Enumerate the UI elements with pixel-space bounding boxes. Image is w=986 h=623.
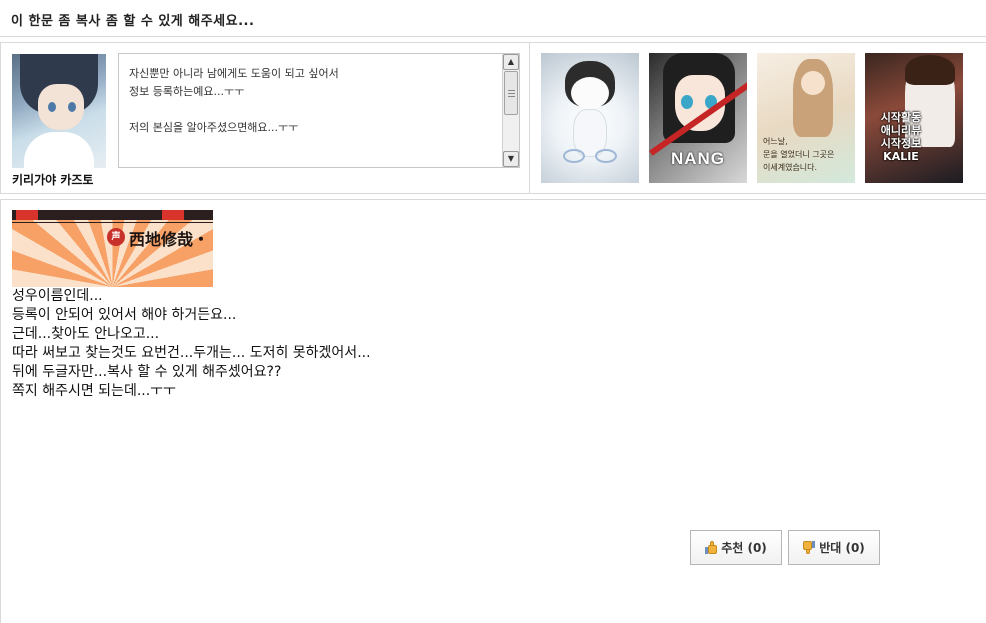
gallery-thumb-chibi[interactable] [541,53,639,183]
author-avatar[interactable] [12,54,106,168]
scrollbar-thumb[interactable] [504,71,518,115]
author-profile-panel: 키리가야 카즈토 자신뿐만 아니라 남에게도 도움이 되고 싶어서 정보 등록하… [0,42,986,194]
thumb-nang-label: NANG [670,149,726,168]
post-title: 이 한문 좀 복사 좀 할 수 있게 해주세요... [11,14,255,29]
thumb-kalie-caption: 시작활동 애니리뷰 시작정보 KALIE [880,111,922,163]
post-banner-image: 声 西地修哉・ [12,210,213,287]
gallery-thumb-isekai[interactable]: 어느날, 문을 열었더니 그곳은 이세계였습니다. [757,53,855,183]
author-intro-box[interactable]: 자신뿐만 아니라 남에게도 도움이 되고 싶어서 정보 등록하는예요...ㅜㅜ … [118,53,520,168]
thumbs-up-icon [705,541,718,554]
author-intro-text: 자신뿐만 아니라 남에게도 도움이 되고 싶어서 정보 등록하는예요...ㅜㅜ … [129,67,339,134]
oppose-label: 반대 (0) [819,541,865,555]
gallery-divider [529,43,530,193]
scroll-up-arrow-icon[interactable]: ▲ [503,54,519,70]
recommend-label: 추천 (0) [721,541,767,555]
thumb-isekai-caption: 어느날, 문을 열었더니 그곳은 이세계였습니다. [763,137,835,172]
recommend-button[interactable]: 추천 (0) [690,530,782,565]
banner-badge: 声 [107,228,125,246]
post-content: 声 西地修哉・ 성우이름인데... 등록이 안되어 있어서 해야 하거든요...… [0,199,986,623]
scroll-down-arrow-icon[interactable]: ▼ [503,151,519,167]
gallery-thumb-kalie[interactable]: 시작활동 애니리뷰 시작정보 KALIE [865,53,963,183]
gallery-thumb-nang[interactable]: NANG [649,53,747,183]
author-name[interactable]: 키리가야 카즈토 [12,171,93,188]
banner-name-text: 西地修哉・ [129,230,210,249]
oppose-button[interactable]: 반대 (0) [788,530,880,565]
post-body-text: 성우이름인데... 등록이 안되어 있어서 해야 하거든요... 근데...찾아… [12,288,371,399]
thumbs-down-icon [803,541,816,554]
intro-scrollbar[interactable]: ▲ ▼ [502,54,519,167]
post-title-bar: 이 한문 좀 복사 좀 할 수 있게 해주세요... [0,0,986,37]
